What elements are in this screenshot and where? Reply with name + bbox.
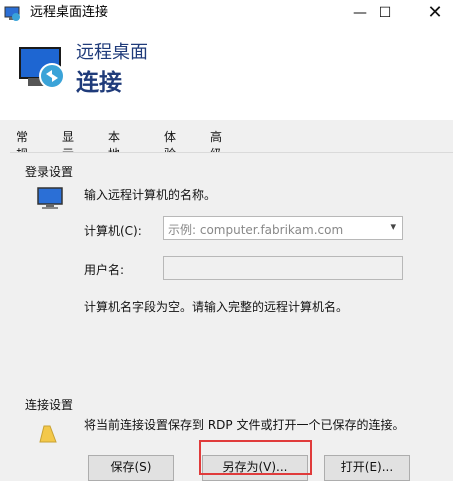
login-instruction: 输入远程计算机的名称。 bbox=[84, 188, 217, 202]
open-button[interactable]: 打开(E)... bbox=[324, 455, 410, 481]
computer-label: 计算机(C): bbox=[84, 224, 142, 238]
save-as-button[interactable]: 另存为(V)... bbox=[202, 455, 308, 481]
close-button[interactable]: ✕ bbox=[415, 0, 453, 30]
chevron-down-icon[interactable]: ▾ bbox=[390, 220, 396, 233]
window-title: 远程桌面连接 bbox=[30, 5, 109, 20]
save-button[interactable]: 保存(S) bbox=[88, 455, 174, 481]
title-bar: 远程桌面连接 — ☐ ✕ bbox=[0, 0, 453, 31]
header-subtitle: 连接 bbox=[76, 70, 122, 96]
connection-group-label: 连接设置 bbox=[25, 398, 74, 412]
username-input[interactable] bbox=[163, 256, 403, 280]
header-banner: 远程桌面 连接 bbox=[0, 30, 453, 120]
login-group-label: 登录设置 bbox=[25, 165, 74, 179]
username-label: 用户名: bbox=[84, 263, 125, 277]
computer-combobox[interactable]: 示例: computer.fabrikam.com ▾ bbox=[163, 216, 403, 240]
login-hint: 计算机名字段为空。请输入完整的远程计算机名。 bbox=[84, 300, 349, 314]
computer-icon bbox=[37, 187, 63, 209]
computer-input[interactable]: 示例: computer.fabrikam.com bbox=[168, 221, 343, 238]
remote-desktop-icon bbox=[4, 6, 20, 21]
connection-description: 将当前连接设置保存到 RDP 文件或打开一个已保存的连接。 bbox=[84, 418, 405, 432]
remote-desktop-logo-icon bbox=[19, 47, 65, 89]
maximize-button[interactable]: ☐ bbox=[365, 0, 405, 30]
header-title: 远程桌面 bbox=[76, 42, 148, 63]
folder-icon bbox=[39, 425, 57, 443]
